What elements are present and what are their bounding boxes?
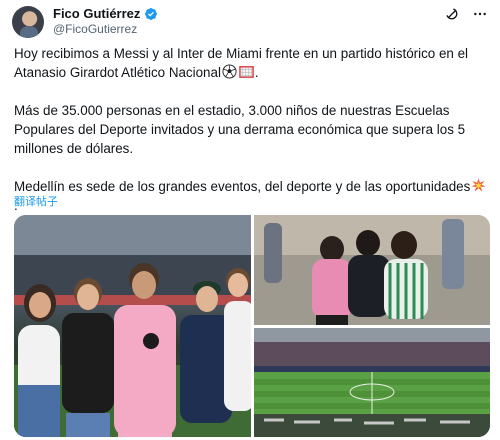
grok-icon[interactable]: [444, 6, 460, 22]
collision-emoji-icon: [471, 178, 486, 192]
verified-badge-icon: [145, 7, 158, 20]
more-options-icon[interactable]: [472, 6, 488, 22]
media-image-children-hugging[interactable]: [254, 215, 490, 325]
author-name-row[interactable]: Fico Gutiérrez: [53, 6, 158, 21]
group-photo-illustration: [14, 215, 251, 437]
translate-post-link[interactable]: 翻译帖子: [14, 193, 58, 209]
soccer-ball-emoji-icon: [222, 64, 237, 79]
author-handle[interactable]: @FicoGutierrez: [53, 22, 137, 36]
author-name[interactable]: Fico Gutiérrez: [53, 6, 140, 21]
media-image-group-photo[interactable]: [14, 215, 251, 437]
tweet-paragraph-2: Más de 35.000 personas en el estadio, 3.…: [14, 103, 466, 156]
goal-net-emoji-icon: [239, 66, 254, 78]
children-hugging-illustration: [254, 215, 490, 325]
tweet-text: Hoy recibimos a Messi y al Inter de Miam…: [14, 44, 490, 215]
avatar[interactable]: [12, 6, 44, 38]
tweet-paragraph-1: Hoy recibimos a Messi y al Inter de Miam…: [14, 46, 468, 80]
media-grid: [14, 215, 490, 437]
tweet-paragraph-3: Medellín es sede de los grandes eventos,…: [14, 177, 490, 215]
stadium-illustration: [254, 328, 490, 437]
media-image-stadium[interactable]: [254, 328, 490, 437]
tweet-header: Fico Gutiérrez @FicoGutierrez: [12, 6, 488, 38]
